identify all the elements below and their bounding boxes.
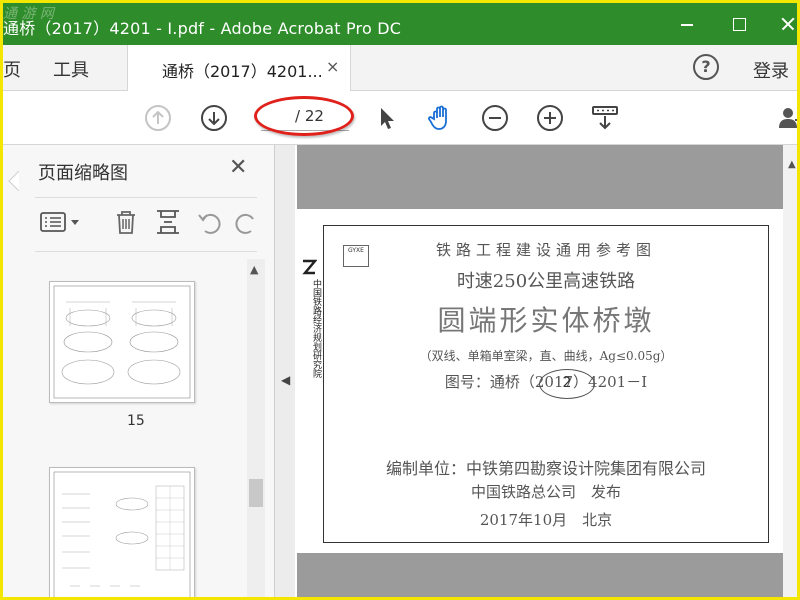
select-tool-icon[interactable] [373,104,401,132]
thumbnail-scrollbar[interactable]: ▲ [247,259,265,597]
next-page-icon[interactable] [200,104,228,132]
red-annotation-ellipse [254,96,354,136]
window-title: 通桥（2017）4201 - I.pdf - Adobe Acrobat Pro… [3,19,402,38]
scroll-up-icon[interactable]: ▲ [788,159,796,170]
page-thumbnail-16[interactable] [49,467,195,597]
delete-page-icon[interactable] [111,207,141,237]
thumbnail-options-icon[interactable] [39,207,83,237]
doc-scope: （双线、单箱单室梁，直、曲线，Ag≤0.05g） [419,349,673,363]
doc-publisher: 中国铁路总公司 发布 [470,483,621,501]
divider [35,197,257,198]
doc-main-title: 圆端形实体桥墩 [437,304,655,337]
previous-page-icon[interactable] [144,104,172,132]
scroll-thumb[interactable] [249,479,263,507]
seal-stamp: 2 [539,369,595,399]
rotate-right-icon[interactable] [235,207,257,237]
doc-date: 2017年10月 北京 [479,511,613,529]
login-button[interactable]: 登录 [753,57,789,83]
scroll-up-icon[interactable]: ▲ [250,263,258,276]
zoom-in-icon[interactable] [536,104,564,132]
title-bar: 通 游 网 通桥（2017）4201 - I.pdf - Adobe Acrob… [3,3,797,45]
thumbnail-page-number: 15 [127,413,145,429]
doc-series-title: 铁路工程建设通用参考图 [435,241,656,259]
doc-subtitle: 时速250公里高速铁路 [456,271,636,292]
collapse-panel-bar[interactable]: ◀ [275,145,295,597]
pdf-page: 中国铁路经济规划研究院 GYXE 铁路工程建设通用参考图 时速250公里高速铁路… [297,209,783,553]
tab-tools[interactable]: 工具 [53,56,89,82]
panel-pointer-icon [8,171,19,191]
panel-title: 页面缩略图 [38,163,128,184]
help-icon[interactable]: ? [693,54,719,80]
railway-logo-icon [302,259,317,275]
rotate-left-icon[interactable] [195,207,225,237]
fit-page-icon[interactable] [591,104,619,132]
collapse-left-icon[interactable]: ◀ [281,373,290,387]
document-tab[interactable]: 通桥（2017）4201... × [127,45,351,91]
hand-tool-icon[interactable] [427,104,455,132]
close-tab-icon[interactable]: × [326,57,339,76]
divider [35,251,257,252]
thumbnail-drawing [53,471,191,597]
toolbar: / 22 [3,91,800,145]
vertical-org-text: 中国铁路经济规划研究院 [311,279,321,378]
minimize-button[interactable] [675,11,701,37]
doc-compiler: 编制单位：中铁第四勘察设计院集团有限公司 [385,459,706,478]
page-thumbnail-15[interactable] [49,281,195,403]
share-user-icon[interactable] [777,104,800,132]
maximize-button[interactable] [727,11,753,37]
page-thumbnails-panel: 页面缩略图 ✕ 15 ▲ [3,145,275,597]
document-scrollbar[interactable]: ▲ [783,145,797,597]
document-tab-label: 通桥（2017）4201... [162,62,323,81]
insert-page-icon[interactable] [153,207,183,237]
thumbnail-drawing [53,285,191,399]
tab-bar: 页 工具 通桥（2017）4201... × ? 登录 [3,45,797,91]
window-close-button[interactable] [775,11,797,37]
close-panel-icon[interactable]: ✕ [229,155,247,180]
zoom-out-icon[interactable] [481,104,509,132]
document-view: ◀ 中国铁路经济规划研究院 GYXE 铁路工程建设通用参考图 时速250公里高速… [275,145,797,597]
app-window: 通 游 网 通桥（2017）4201 - I.pdf - Adobe Acrob… [0,0,800,600]
tab-home[interactable]: 页 [3,56,21,82]
